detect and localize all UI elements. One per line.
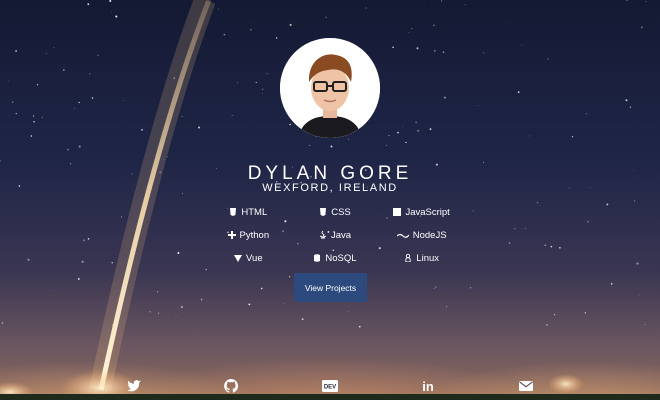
avatar — [280, 38, 380, 138]
linux-icon — [405, 254, 411, 262]
social-links: DEV in — [0, 378, 660, 396]
skill-label: Vue — [246, 252, 263, 264]
view-projects-button[interactable]: View Projects — [294, 273, 367, 302]
html5-icon — [230, 208, 237, 216]
skills-grid: HTML CSS JavaScript Python Java NodeJS V… — [205, 206, 465, 264]
skill-java: Java — [292, 229, 379, 241]
skill-html: HTML — [205, 206, 292, 218]
skill-label: HTML — [241, 206, 268, 218]
skill-css: CSS — [292, 206, 379, 218]
skill-label: Java — [330, 229, 352, 241]
python-icon — [227, 231, 236, 239]
skill-nodejs: NodeJS — [378, 229, 465, 241]
vue-icon — [234, 255, 243, 262]
linkedin-icon: in — [422, 379, 434, 394]
skill-label: Python — [239, 229, 270, 241]
css3-icon — [320, 208, 327, 216]
skill-label: NodeJS — [412, 229, 447, 241]
skill-python: Python — [205, 229, 292, 241]
skill-label: NoSQL — [325, 252, 357, 264]
skill-javascript: JavaScript — [378, 206, 465, 218]
javascript-icon — [393, 208, 402, 216]
avatar-portrait — [280, 38, 380, 138]
skill-linux: Linux — [378, 252, 465, 264]
skill-nosql: NoSQL — [292, 252, 379, 264]
github-link[interactable] — [223, 378, 239, 394]
skill-vue: Vue — [205, 252, 292, 264]
email-icon — [519, 381, 533, 391]
dev-icon: DEV — [322, 380, 338, 392]
hero-section: DYLAN GORE WEXFORD, IRELAND HTML CSS Jav… — [0, 0, 660, 400]
skill-label: JavaScript — [405, 206, 450, 218]
twitter-icon — [127, 380, 141, 392]
skill-label: Linux — [416, 252, 440, 264]
database-icon — [314, 254, 321, 262]
linkedin-icon-label: in — [422, 379, 434, 394]
github-icon — [224, 378, 239, 393]
dev-icon-label: DEV — [324, 385, 336, 391]
linkedin-link[interactable]: in — [420, 378, 436, 394]
nodejs-icon — [396, 233, 409, 238]
dev-link[interactable]: DEV — [322, 378, 338, 394]
profile-location: WEXFORD, IRELAND — [262, 182, 398, 194]
twitter-link[interactable] — [126, 378, 142, 394]
java-icon — [319, 231, 327, 239]
email-link[interactable] — [518, 378, 534, 394]
skill-label: CSS — [331, 206, 351, 218]
